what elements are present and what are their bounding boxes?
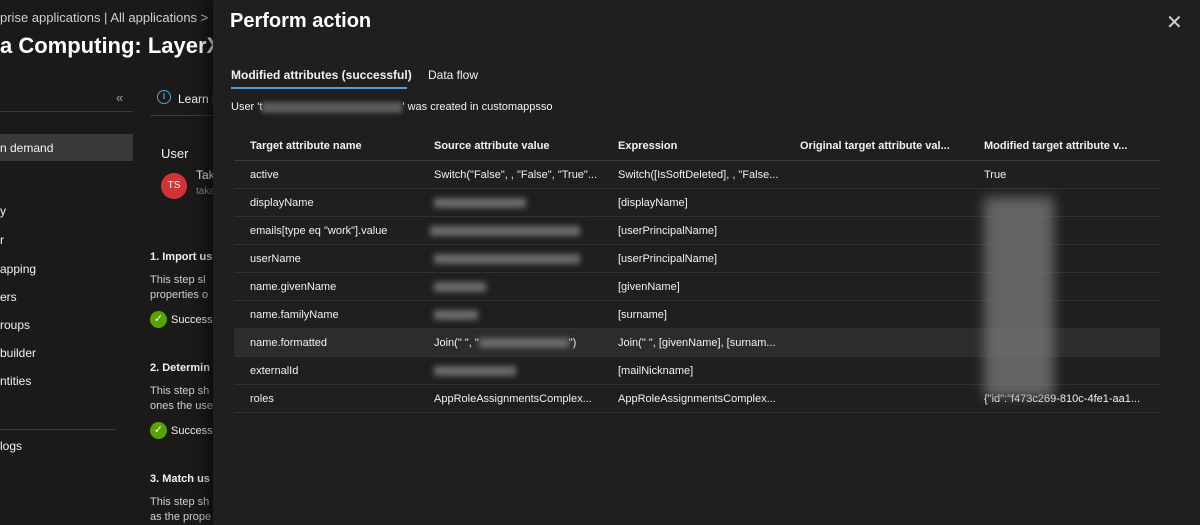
target-attribute: active [250,169,279,181]
sidebar-item-provision-on-demand[interactable]: n demand [0,141,53,155]
step-text: as the prope [150,511,212,523]
redacted-value [434,198,526,208]
user-name: Tak [196,168,215,182]
tab-modified-attributes[interactable]: Modified attributes (successful) [231,68,412,82]
sidebar-divider [0,429,116,430]
target-attribute: name.formatted [250,337,328,349]
checkmark-icon: ✓ [150,311,167,329]
column-header[interactable]: Source attribute value [434,132,608,160]
avatar: TS [161,173,187,199]
sidebar-item-2[interactable]: r [0,233,4,247]
expression: Switch([IsSoftDeleted], , "False... [618,169,779,181]
sidebar-item-groups[interactable]: roups [0,318,30,332]
original-value [800,385,972,413]
checkmark-icon: ✓ [150,422,167,440]
sidebar-item-logs[interactable]: logs [0,439,22,453]
success-badge: ✓ Success [150,311,213,329]
target-attribute: name.familyName [250,309,339,321]
tab-data-flow[interactable]: Data flow [428,68,478,82]
table-row[interactable]: active Switch("False", , "False", "True"… [234,161,1160,189]
step-title: 2. Determin [150,362,210,374]
source-value: Join(" ", " ") [434,337,577,349]
tab-active-indicator [231,87,407,89]
status-suffix: ' was created in customappsso [402,101,553,113]
panel-title: Perform action [230,10,372,32]
success-label: Success [171,424,213,437]
expression: AppRoleAssignmentsComplex... [618,393,776,405]
status-prefix: User 't [231,101,263,113]
target-attribute: name.givenName [250,281,337,293]
expression: [userPrincipalName] [618,253,718,265]
redacted-value [434,366,516,376]
source-value-text: Join(" ", " [434,337,479,349]
table-header: Target attribute name Source attribute v… [234,132,1160,161]
app-title: a Computing: LayerX | [0,33,234,58]
success-label: Success [171,313,213,326]
column-header[interactable]: Original target attribute val... [800,132,972,160]
expression: [userPrincipalName] [618,225,718,237]
expression: [displayName] [618,197,688,209]
sidebar-divider [0,111,133,112]
step-text: This step sh [150,496,210,508]
column-header[interactable]: Target attribute name [250,132,424,160]
redacted-value [434,254,580,264]
modified-value: True [984,169,1007,181]
redacted-value [478,338,569,349]
target-attribute: externalId [250,365,299,377]
step-text: properties o [150,289,209,301]
redacted-modified-values [984,197,1054,397]
redacted-username [262,101,403,113]
target-attribute: emails[type eq "work"].value [250,225,388,237]
sidebar-item-users[interactable]: ers [0,290,17,304]
step-text: This step sh [150,385,210,397]
learn-more-link[interactable]: Learn l [178,92,215,106]
original-value [800,161,972,189]
step-title: 1. Import us [150,251,213,263]
step-text: ones the use [150,400,213,412]
redacted-value [434,310,478,320]
user-section-label: User [161,146,189,161]
source-value: Switch("False", , "False", "True"... [434,169,598,181]
expression: [surname] [618,309,667,321]
status-message: User 't ' was created in customappsso [231,101,553,113]
breadcrumb[interactable]: prise applications | All applications > [0,10,208,25]
column-header[interactable]: Expression [618,132,788,160]
sidebar-item-1[interactable]: y [0,204,6,218]
attributes-table: Target attribute name Source attribute v… [234,132,1160,413]
sidebar-item-mapping[interactable]: apping [0,262,36,276]
perform-action-panel: Perform action ✕ Modified attributes (su… [213,0,1200,525]
redacted-value [430,226,580,236]
chevron-double-left-icon[interactable]: « [116,90,123,105]
column-header[interactable]: Modified target attribute v... [984,132,1154,160]
source-value: AppRoleAssignmentsComplex... [434,393,592,405]
expression: [mailNickname] [618,365,694,377]
sidebar-item-identities[interactable]: ntities [0,374,31,388]
sidebar-item-builder[interactable]: builder [0,346,36,360]
info-icon: i [157,90,171,104]
step-title: 3. Match us [150,473,210,485]
close-icon[interactable]: ✕ [1166,13,1183,33]
content-divider [150,115,214,116]
target-attribute: userName [250,253,301,265]
target-attribute: roles [250,393,274,405]
step-text: This step sl [150,274,206,286]
redacted-value [434,282,486,292]
target-attribute: displayName [250,197,314,209]
expression: [givenName] [618,281,680,293]
expression: Join(" ", [givenName], [surnam... [618,337,776,349]
success-badge: ✓ Success [150,422,213,440]
